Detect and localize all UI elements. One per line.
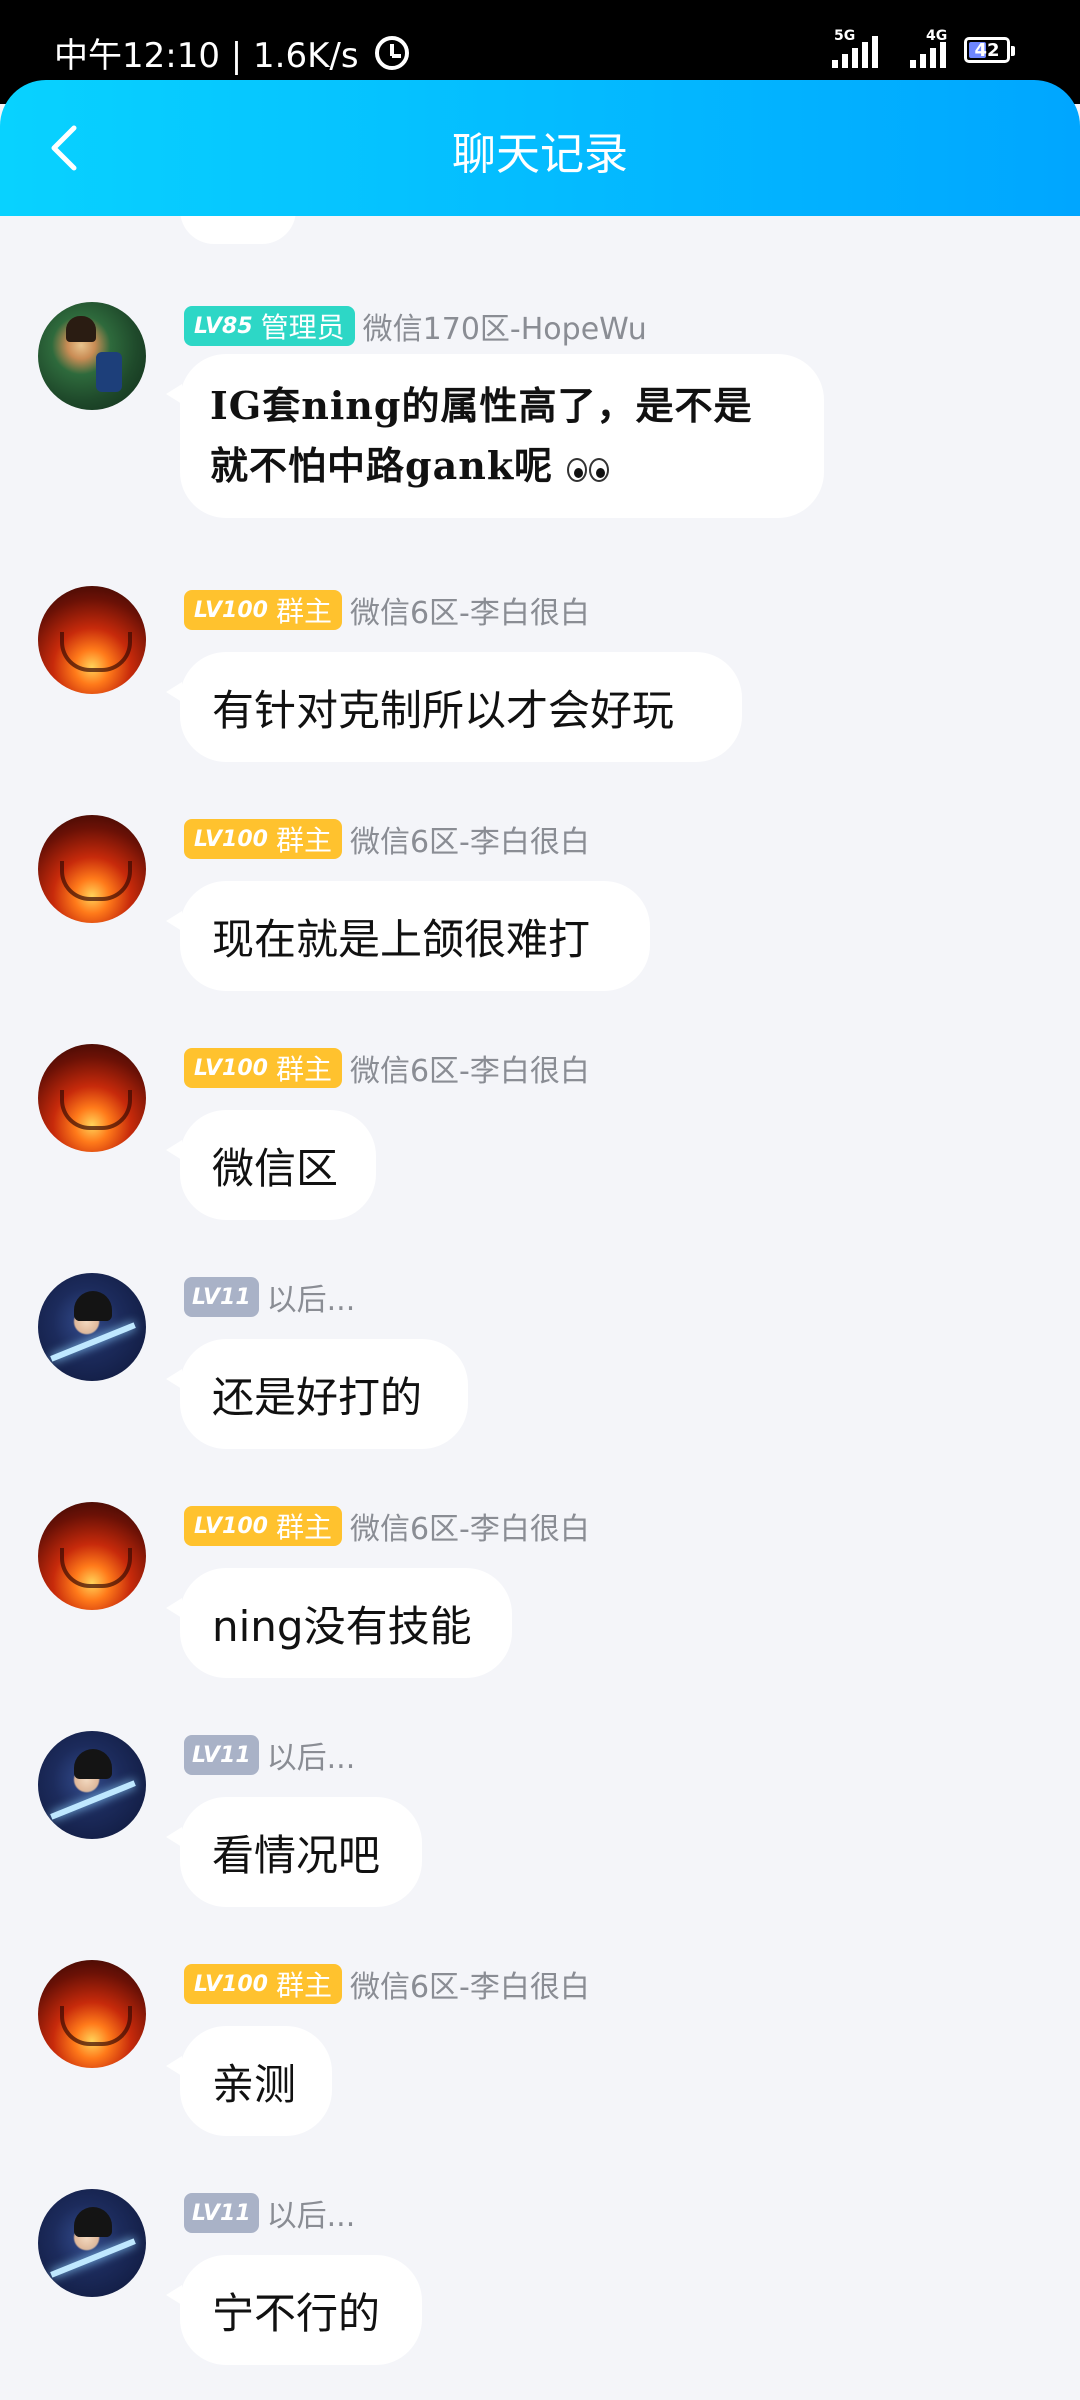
message-bubble[interactable]: 微信区 <box>166 1110 376 1220</box>
avatar[interactable] <box>38 815 146 923</box>
level-text: LV11 <box>192 1284 251 1310</box>
message-text: 还是好打的 <box>212 1372 423 1422</box>
message-text-line-2: 就不怕中路gank呢 <box>210 436 610 496</box>
level-badge: LV100 群主 <box>184 819 342 859</box>
message-bubble[interactable]: 看情况吧 <box>166 1797 422 1907</box>
role-text: 管理员 <box>260 311 345 344</box>
role-text: 群主 <box>275 1511 332 1544</box>
message-bubble[interactable]: 宁不行的 <box>166 2255 422 2365</box>
avatar[interactable] <box>38 1502 146 1610</box>
time-speed-text: 中午12:10 | 1.6K/s <box>54 36 359 76</box>
avatar[interactable] <box>38 1731 146 1839</box>
message-text-line-2-text: 就不怕中路gank呢 <box>210 443 554 488</box>
signal-4g-icon: 4G <box>910 28 947 68</box>
chat-history-list[interactable]: LV85 管理员 微信170区-HopeWu IG套ning的属性高了，是不是 … <box>0 216 1080 2400</box>
level-text: LV100 <box>194 1055 268 1081</box>
message-text-line: IG套ning的属性高了，是不是 <box>210 383 753 428</box>
level-badge: LV100 群主 <box>184 1506 342 1546</box>
avatar[interactable] <box>38 1960 146 2068</box>
message-meta: LV11 以后... <box>184 1275 355 1319</box>
avatar[interactable] <box>38 586 146 694</box>
level-text: LV100 <box>194 826 268 852</box>
message-text: 有针对克制所以才会好玩 <box>212 685 675 735</box>
sender-name: 微信6区-李白很白 <box>349 825 590 860</box>
status-left: 中午12:10 | 1.6K/s <box>54 28 409 77</box>
message-meta: LV11 以后... <box>184 2191 355 2235</box>
message-text: 现在就是上颌很难打 <box>212 914 591 964</box>
avatar[interactable] <box>38 1044 146 1152</box>
message-bubble[interactable]: ning没有技能 <box>166 1568 512 1678</box>
sender-name: 微信6区-李白很白 <box>349 1054 590 1089</box>
level-text: LV100 <box>194 597 268 623</box>
role-text: 群主 <box>275 595 332 628</box>
role-text: 群主 <box>275 1969 332 2002</box>
message-meta: LV85 管理员 微信170区-HopeWu <box>184 304 647 348</box>
message-bubble[interactable]: 有针对克制所以才会好玩 <box>166 652 742 762</box>
signal-5g-icon: 5G <box>832 28 878 68</box>
sender-name: 微信6区-李白很白 <box>349 1970 590 2005</box>
level-badge: LV11 <box>184 1277 259 1317</box>
level-text: LV100 <box>194 1513 268 1539</box>
avatar[interactable] <box>38 2189 146 2297</box>
eyes-emoji-icon <box>567 457 610 482</box>
message-meta: LV100 群主 微信6区-李白很白 <box>184 1962 590 2006</box>
level-badge: LV85 管理员 <box>184 306 355 346</box>
previous-message-bubble <box>180 216 296 244</box>
message-bubble[interactable]: 还是好打的 <box>166 1339 468 1449</box>
battery-level: 42 <box>974 39 1000 61</box>
message-meta: LV11 以后... <box>184 1733 355 1777</box>
level-badge: LV100 群主 <box>184 590 342 630</box>
level-text: LV100 <box>194 1971 268 1997</box>
message-meta: LV100 群主 微信6区-李白很白 <box>184 1504 590 1548</box>
sender-name: 微信170区-HopeWu <box>362 312 647 347</box>
message-bubble[interactable]: 亲测 <box>166 2026 332 2136</box>
alarm-icon <box>374 35 409 70</box>
message-bubble[interactable]: IG套ning的属性高了，是不是 就不怕中路gank呢 <box>166 354 824 518</box>
avatar[interactable] <box>38 302 146 410</box>
network-label-2: 4G <box>926 28 948 44</box>
sender-name: 以后... <box>266 1283 356 1318</box>
message-text: 看情况吧 <box>212 1830 381 1880</box>
level-text: LV11 <box>192 1742 251 1768</box>
avatar[interactable] <box>38 1273 146 1381</box>
status-right: 5G 4G 42 <box>832 28 1015 68</box>
level-badge: LV100 群主 <box>184 1048 342 1088</box>
level-text: LV85 <box>194 313 253 339</box>
battery-icon: 42 <box>964 37 1015 63</box>
level-badge: LV11 <box>184 1735 259 1775</box>
role-text: 群主 <box>275 1053 332 1086</box>
level-badge: LV11 <box>184 2193 259 2233</box>
network-label-1: 5G <box>834 28 856 44</box>
level-text: LV11 <box>192 2200 251 2226</box>
level-badge: LV100 群主 <box>184 1964 342 2004</box>
message-text: ning没有技能 <box>212 1601 472 1651</box>
sender-name: 以后... <box>266 2199 356 2234</box>
role-text: 群主 <box>275 824 332 857</box>
message-meta: LV100 群主 微信6区-李白很白 <box>184 588 590 632</box>
message-meta: LV100 群主 微信6区-李白很白 <box>184 817 590 861</box>
sender-name: 微信6区-李白很白 <box>349 596 590 631</box>
sender-name: 微信6区-李白很白 <box>349 1512 590 1547</box>
header-bar: 聊天记录 <box>0 80 1080 216</box>
message-meta: LV100 群主 微信6区-李白很白 <box>184 1046 590 1090</box>
sender-name: 以后... <box>266 1741 356 1776</box>
message-text: 宁不行的 <box>212 2288 381 2338</box>
message-text: 微信区 <box>212 1143 339 1193</box>
message-bubble[interactable]: 现在就是上颌很难打 <box>166 881 650 991</box>
message-text: 亲测 <box>212 2059 297 2109</box>
page-title: 聊天记录 <box>452 129 628 180</box>
